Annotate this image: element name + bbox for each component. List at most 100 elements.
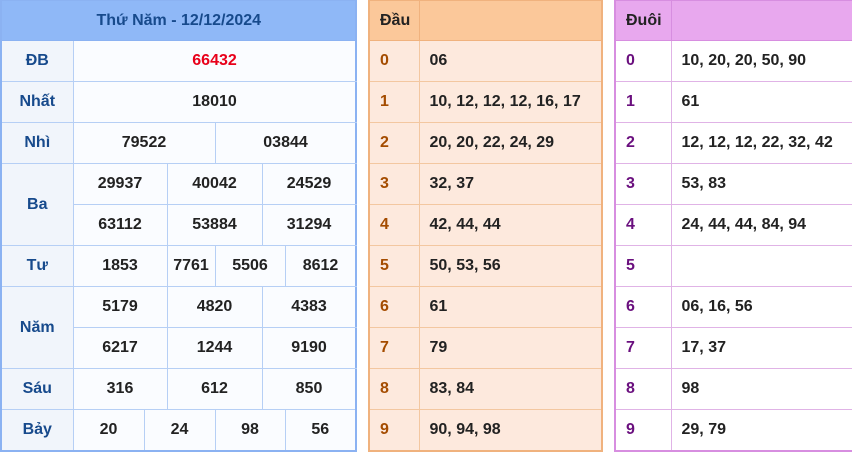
- prize-row-sau: Sáu 316 612 850: [0, 368, 357, 410]
- prize-label: Nhất: [0, 81, 74, 123]
- duoi-digit: 2: [614, 122, 672, 164]
- duoi-values: 98: [670, 368, 852, 410]
- prize-row-nhat: Nhất 18010: [0, 81, 357, 123]
- dau-row: 1 10, 12, 12, 12, 16, 17: [368, 81, 603, 123]
- dau-values: 20, 20, 22, 24, 29: [418, 122, 603, 164]
- dau-digit: 4: [368, 204, 420, 246]
- duoi-row: 0 10, 20, 20, 50, 90: [614, 40, 852, 82]
- dau-values: 50, 53, 56: [418, 245, 603, 287]
- prize-label: Tư: [0, 245, 74, 287]
- dau-digit: 0: [368, 40, 420, 82]
- prize-value: 53884: [166, 204, 263, 246]
- dau-values: 42, 44, 44: [418, 204, 603, 246]
- dau-values: 90, 94, 98: [418, 409, 603, 451]
- duoi-row: 9 29, 79: [614, 409, 852, 451]
- prize-value: 24: [143, 409, 216, 451]
- prize-value: 612: [166, 368, 263, 410]
- duoi-digit: 9: [614, 409, 672, 451]
- duoi-values: 24, 44, 44, 84, 94: [670, 204, 852, 246]
- prize-value: 31294: [261, 204, 357, 246]
- dau-digit: 3: [368, 163, 420, 205]
- prize-label: ĐB: [0, 40, 74, 82]
- prize-row-ba: Ba 29937 40042 24529: [0, 163, 357, 246]
- duoi-digit: 6: [614, 286, 672, 328]
- dau-row: 4 42, 44, 44: [368, 204, 603, 246]
- prize-value: 850: [261, 368, 357, 410]
- duoi-row: 6 06, 16, 56: [614, 286, 852, 328]
- duoi-values: 29, 79: [670, 409, 852, 451]
- dau-values: 83, 84: [418, 368, 603, 410]
- prize-value: 79522: [72, 122, 216, 164]
- duoi-values: 61: [670, 81, 852, 123]
- prize-value: 5506: [214, 245, 286, 287]
- duoi-values: 06, 16, 56: [670, 286, 852, 328]
- duoi-row: 5: [614, 245, 852, 287]
- prize-label: Bảy: [0, 409, 74, 451]
- duoi-row: 2 12, 12, 12, 22, 32, 42: [614, 122, 852, 164]
- dau-digit: 7: [368, 327, 420, 369]
- prize-value: 03844: [214, 122, 357, 164]
- dau-row: 6 61: [368, 286, 603, 328]
- duoi-values: [670, 245, 852, 287]
- prize-value: 24529: [261, 163, 357, 205]
- prize-row-bay: Bảy 20 24 98 56: [0, 409, 357, 451]
- duoi-row: 8 98: [614, 368, 852, 410]
- duoi-header: Đuôi: [614, 0, 672, 41]
- prize-value: 63112: [72, 204, 168, 246]
- prize-label: Sáu: [0, 368, 74, 410]
- dau-values: 79: [418, 327, 603, 369]
- duoi-table: Đuôi 0 10, 20, 20, 50, 90 1 61 2 12, 12, 12…: [614, 0, 852, 452]
- prize-label: Ba: [0, 163, 74, 246]
- prize-value: 4383: [261, 286, 357, 328]
- prize-row-db: ĐB 66432: [0, 40, 357, 82]
- dau-digit: 2: [368, 122, 420, 164]
- dau-values: 61: [418, 286, 603, 328]
- dau-digit: 8: [368, 368, 420, 410]
- prize-value: 98: [214, 409, 286, 451]
- dau-row: 3 32, 37: [368, 163, 603, 205]
- dau-digit: 9: [368, 409, 420, 451]
- prize-value: 9190: [261, 327, 357, 369]
- dau-row: 0 06: [368, 40, 603, 82]
- duoi-row: 1 61: [614, 81, 852, 123]
- duoi-digit: 4: [614, 204, 672, 246]
- duoi-digit: 8: [614, 368, 672, 410]
- results-table: Thứ Năm - 12/12/2024 ĐB 66432 Nhất 18010…: [0, 0, 358, 452]
- duoi-row: 4 24, 44, 44, 84, 94: [614, 204, 852, 246]
- dau-row: 5 50, 53, 56: [368, 245, 603, 287]
- dau-row: 8 83, 84: [368, 368, 603, 410]
- dau-values: 10, 12, 12, 12, 16, 17: [418, 81, 603, 123]
- duoi-values: 17, 37: [670, 327, 852, 369]
- dau-header: Đầu: [368, 0, 420, 41]
- prize-value: 18010: [72, 81, 357, 123]
- dau-table: Đầu 0 06 1 10, 12, 12, 12, 16, 17 2 20, 20,…: [368, 0, 603, 452]
- prize-value: 1244: [166, 327, 263, 369]
- prize-value: 5179: [72, 286, 168, 328]
- dau-digit: 1: [368, 81, 420, 123]
- duoi-values: 53, 83: [670, 163, 852, 205]
- dau-values: 32, 37: [418, 163, 603, 205]
- prize-value: 8612: [284, 245, 357, 287]
- dau-row: 9 90, 94, 98: [368, 409, 603, 451]
- prize-row-nhi: Nhì 79522 03844: [0, 122, 357, 164]
- duoi-digit: 7: [614, 327, 672, 369]
- dau-row: 7 79: [368, 327, 603, 369]
- prize-value: 6217: [72, 327, 168, 369]
- prize-value: 316: [72, 368, 168, 410]
- duoi-digit: 1: [614, 81, 672, 123]
- duoi-row: 3 53, 83: [614, 163, 852, 205]
- prize-value: 40042: [166, 163, 263, 205]
- duoi-values: 10, 20, 20, 50, 90: [670, 40, 852, 82]
- prize-label: Năm: [0, 286, 74, 369]
- prize-value: 4820: [166, 286, 263, 328]
- dau-header-blank: [418, 0, 603, 41]
- dau-digit: 5: [368, 245, 420, 287]
- dau-values: 06: [418, 40, 603, 82]
- dau-row: 2 20, 20, 22, 24, 29: [368, 122, 603, 164]
- prize-row-nam: Năm 5179 4820 4383: [0, 286, 357, 369]
- duoi-digit: 5: [614, 245, 672, 287]
- results-title: Thứ Năm - 12/12/2024: [0, 0, 357, 41]
- duoi-header-blank: [670, 0, 852, 41]
- prize-value: 56: [284, 409, 357, 451]
- prize-label: Nhì: [0, 122, 74, 164]
